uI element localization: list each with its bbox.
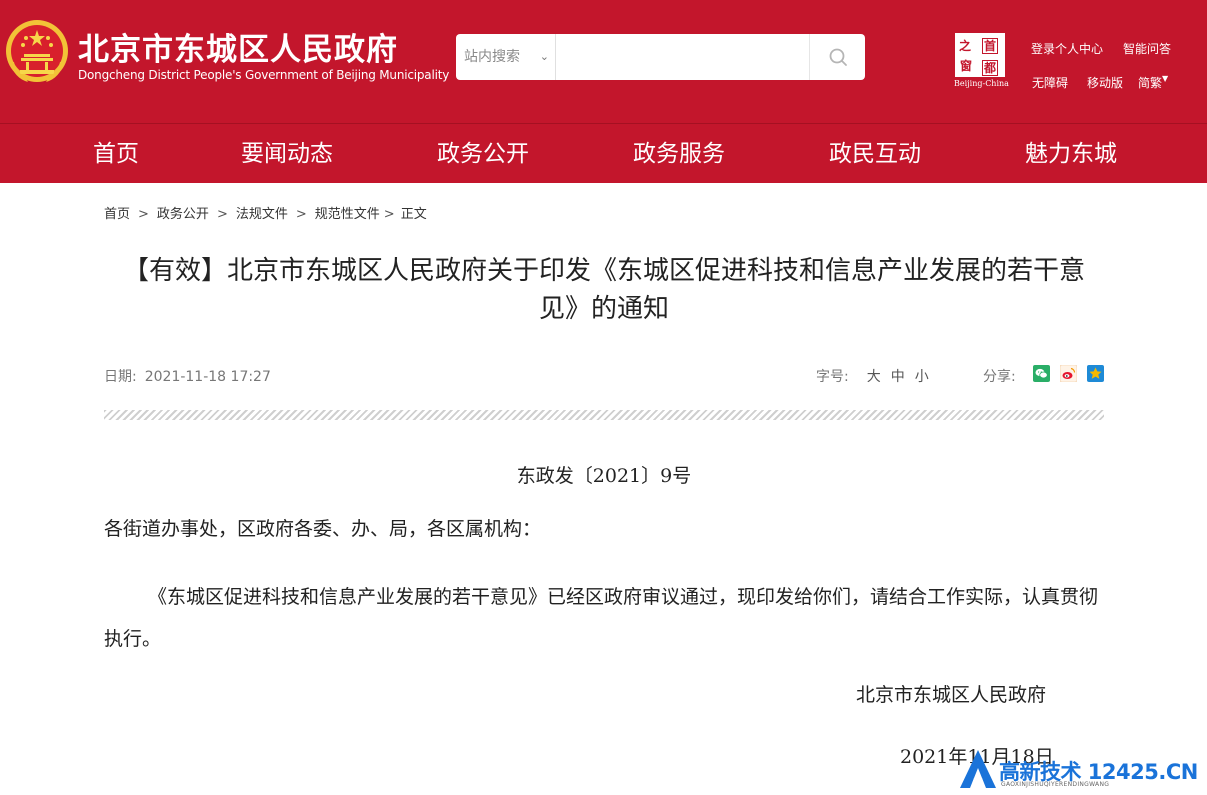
article-title: 【有效】北京市东城区人民政府关于印发《东城区促进科技和信息产业发展的若干意见》的… — [122, 256, 1085, 324]
document-number: 东政发〔2021〕9号 — [516, 465, 692, 487]
article-date: 日期: 2021-11-18 17:27 — [104, 366, 271, 386]
font-size-medium[interactable]: 中 — [891, 369, 905, 385]
site-watermark: 高新技术 12425.CN GAOXINJISHUQIYERENDINGWANG — [958, 748, 1207, 795]
national-emblem-icon[interactable] — [4, 18, 70, 86]
breadcrumb-gov-affairs[interactable]: 政务公开 — [157, 207, 209, 222]
capital-logo-box: 之 首 窗 都 — [955, 33, 1005, 77]
date-label: 日期: — [104, 369, 137, 385]
language-label: 简繁 — [1138, 76, 1163, 90]
site-title[interactable]: 北京市东城区人民政府 — [78, 24, 398, 69]
watermark-logo-icon — [960, 750, 996, 788]
nav-item-charm-dongcheng[interactable]: 魅力东城 — [1025, 124, 1117, 184]
search-input[interactable] — [558, 38, 808, 76]
meta-divider — [104, 410, 1104, 420]
share-label: 分享: — [983, 369, 1016, 385]
caret-down-icon: ▼ — [1162, 74, 1169, 83]
main-nav: 首页 要闻动态 政务公开 政务服务 政民互动 魅力东城 — [0, 123, 1207, 183]
nav-item-news[interactable]: 要闻动态 — [241, 124, 333, 184]
qzone-icon[interactable] — [1087, 365, 1104, 382]
watermark-subtext: GAOXINJISHUQIYERENDINGWANG — [1001, 781, 1110, 788]
breadcrumb-separator: > — [295, 207, 307, 222]
font-size-small[interactable]: 小 — [915, 369, 929, 385]
breadcrumb-normative-docs[interactable]: 规范性文件 — [315, 207, 380, 222]
site-subtitle: Dongcheng District People's Government o… — [78, 68, 450, 82]
site-header: 北京市东城区人民政府 Dongcheng District People's G… — [0, 0, 1207, 123]
breadcrumb-home[interactable]: 首页 — [104, 207, 130, 222]
chevron-down-icon: ⌄ — [539, 50, 549, 63]
nav-item-home[interactable]: 首页 — [93, 124, 139, 184]
font-size-controls: 字号: 大中小 — [816, 366, 929, 386]
breadcrumb-separator: > — [216, 207, 228, 222]
search-scope-value: 站内搜索 — [464, 49, 520, 65]
logo-char: 都 — [982, 60, 999, 76]
logo-char: 首 — [982, 38, 999, 54]
language-toggle[interactable]: 简繁▼ — [1138, 74, 1168, 91]
date-value: 2021-11-18 17:27 — [144, 369, 271, 385]
breadcrumb-current: 正文 — [400, 207, 427, 222]
body-paragraph: 《东城区促进科技和信息产业发展的若干意见》已经区政府审议通过，现印发给你们，请结… — [104, 586, 1099, 650]
salutation: 各街道办事处，区政府各委、办、局，各区属机构： — [104, 518, 542, 540]
nav-item-gov-services[interactable]: 政务服务 — [633, 124, 725, 184]
breadcrumb-separator: > — [383, 207, 395, 222]
smart-qa-link[interactable]: 智能问答 — [1123, 40, 1171, 57]
search-icon — [829, 48, 847, 66]
weibo-icon[interactable] — [1060, 365, 1077, 382]
search-scope-select[interactable]: 站内搜索 ⌄ — [456, 34, 556, 80]
breadcrumb-separator: > — [138, 207, 149, 222]
breadcrumb: 首页 > 政务公开 > 法规文件 > 规范性文件 > 正文 — [104, 203, 427, 222]
logo-char: 之 — [959, 39, 972, 53]
login-link[interactable]: 登录个人中心 — [1031, 40, 1103, 57]
font-size-label: 字号: — [816, 369, 849, 385]
wechat-icon[interactable] — [1033, 365, 1050, 382]
nav-item-interaction[interactable]: 政民互动 — [829, 124, 921, 184]
accessibility-link[interactable]: 无障碍 — [1032, 74, 1068, 91]
search-box: 站内搜索 ⌄ — [456, 34, 865, 80]
search-button[interactable] — [809, 34, 865, 80]
mobile-version-link[interactable]: 移动版 — [1087, 74, 1123, 91]
capital-window-logo[interactable]: 之 首 窗 都 Beijing-China — [954, 33, 1009, 89]
logo-char: 窗 — [960, 59, 973, 73]
capital-logo-caption: Beijing-China — [954, 79, 1009, 88]
nav-item-gov-affairs[interactable]: 政务公开 — [437, 124, 529, 184]
signature-organization: 北京市东城区人民政府 — [856, 684, 1047, 706]
font-size-large[interactable]: 大 — [867, 369, 881, 385]
breadcrumb-regulations[interactable]: 法规文件 — [236, 207, 288, 222]
